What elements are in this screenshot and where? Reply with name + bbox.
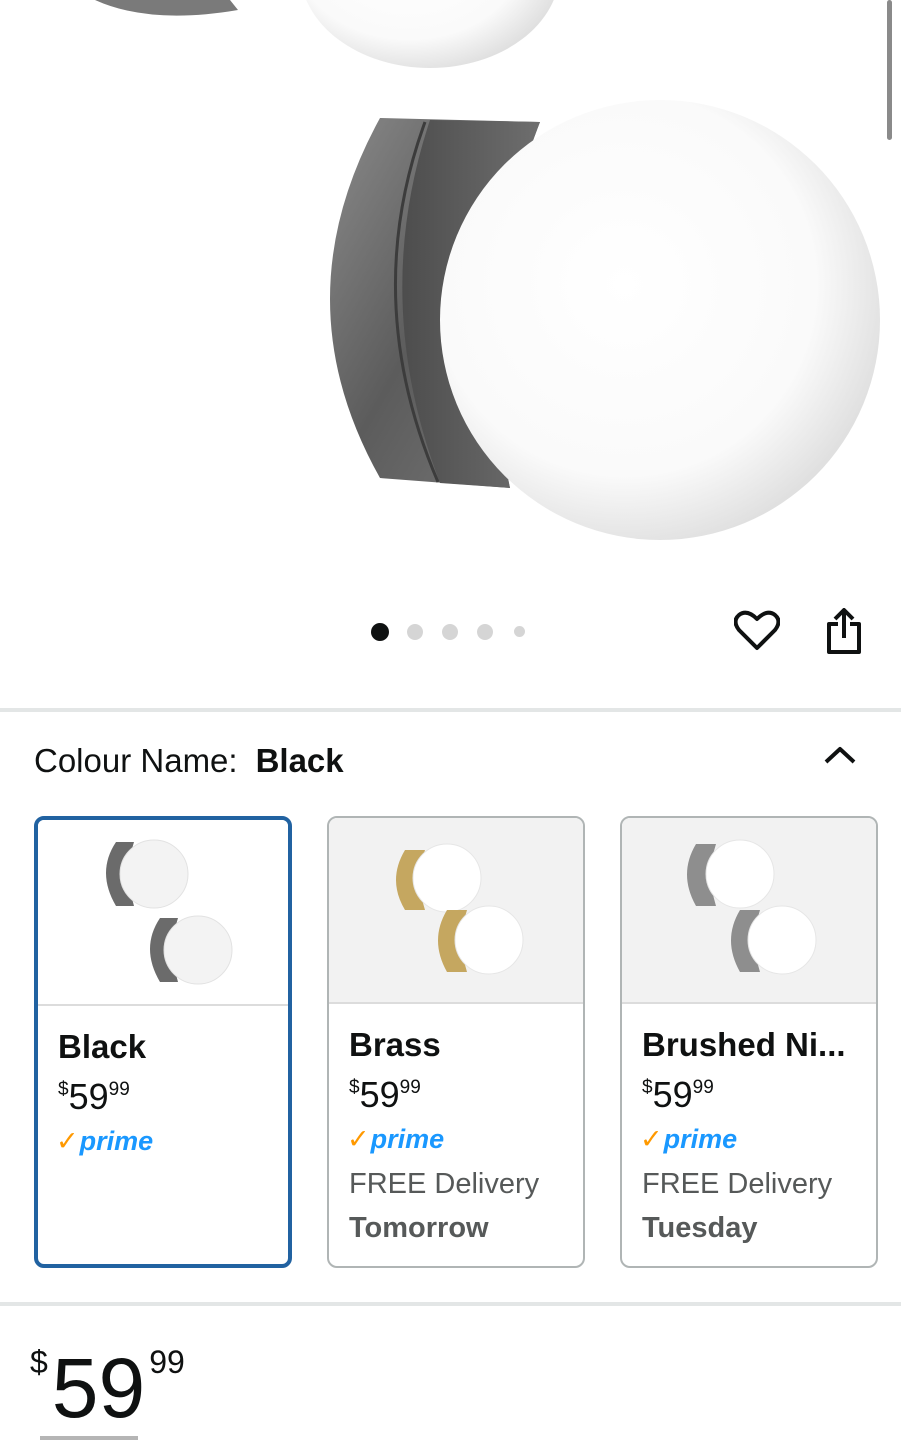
carousel-dot[interactable] bbox=[407, 624, 423, 640]
product-image-graphic bbox=[95, 0, 880, 540]
prime-check-icon: ✓ bbox=[347, 1124, 370, 1154]
prime-badge: ✓prime bbox=[640, 1124, 738, 1154]
option-price: $5999 bbox=[349, 1074, 421, 1115]
option-name: Brushed Ni... bbox=[642, 1026, 846, 1063]
carousel-dot[interactable] bbox=[442, 624, 458, 640]
variant-header: Colour Name: Black bbox=[34, 742, 344, 780]
option-thumbnail-image bbox=[687, 839, 817, 975]
product-price: $59 99 bbox=[30, 1341, 185, 1435]
option-thumbnail-image bbox=[106, 839, 233, 985]
carousel-dot-active[interactable] bbox=[371, 623, 389, 641]
scrollbar[interactable] bbox=[887, 0, 892, 140]
delivery-label: FREE Delivery bbox=[349, 1168, 540, 1200]
option-thumbnail bbox=[622, 818, 876, 1004]
delivery-label: FREE Delivery bbox=[642, 1168, 833, 1200]
section-divider bbox=[0, 708, 901, 712]
share-icon bbox=[827, 608, 861, 654]
carousel-dot[interactable] bbox=[477, 624, 493, 640]
delivery-date: Tomorrow bbox=[349, 1212, 489, 1244]
option-price: $5999 bbox=[58, 1076, 130, 1117]
colour-option-black[interactable]: Black $5999 ✓prime bbox=[34, 816, 292, 1268]
section-divider bbox=[0, 1302, 901, 1306]
colour-option-brass[interactable]: Brass $5999 ✓prime FREE Delivery Tomorro… bbox=[327, 816, 585, 1268]
wishlist-button[interactable] bbox=[732, 605, 782, 655]
share-button[interactable] bbox=[819, 606, 869, 656]
collapse-button[interactable] bbox=[815, 730, 865, 780]
option-thumbnail bbox=[38, 820, 288, 1006]
prime-check-icon: ✓ bbox=[640, 1124, 663, 1154]
carousel-dot[interactable] bbox=[514, 626, 525, 637]
variant-label: Colour Name: bbox=[34, 742, 238, 779]
option-price: $5999 bbox=[642, 1074, 714, 1115]
option-thumbnail-image bbox=[396, 843, 524, 975]
prime-check-icon: ✓ bbox=[56, 1126, 79, 1156]
prime-badge: ✓prime bbox=[56, 1126, 154, 1156]
heart-icon bbox=[734, 610, 780, 650]
option-thumbnail bbox=[329, 818, 583, 1004]
option-name: Black bbox=[58, 1028, 147, 1065]
chevron-up-icon bbox=[824, 747, 856, 764]
prime-badge: ✓prime bbox=[347, 1124, 445, 1154]
product-image[interactable] bbox=[0, 0, 901, 600]
colour-option-brushed-nickel[interactable]: Brushed Ni... $5999 ✓prime FREE Delivery… bbox=[620, 816, 878, 1268]
variant-selected-value: Black bbox=[255, 742, 344, 779]
option-name: Brass bbox=[349, 1026, 441, 1063]
bottom-indicator bbox=[40, 1436, 138, 1440]
delivery-date: Tuesday bbox=[642, 1212, 758, 1244]
